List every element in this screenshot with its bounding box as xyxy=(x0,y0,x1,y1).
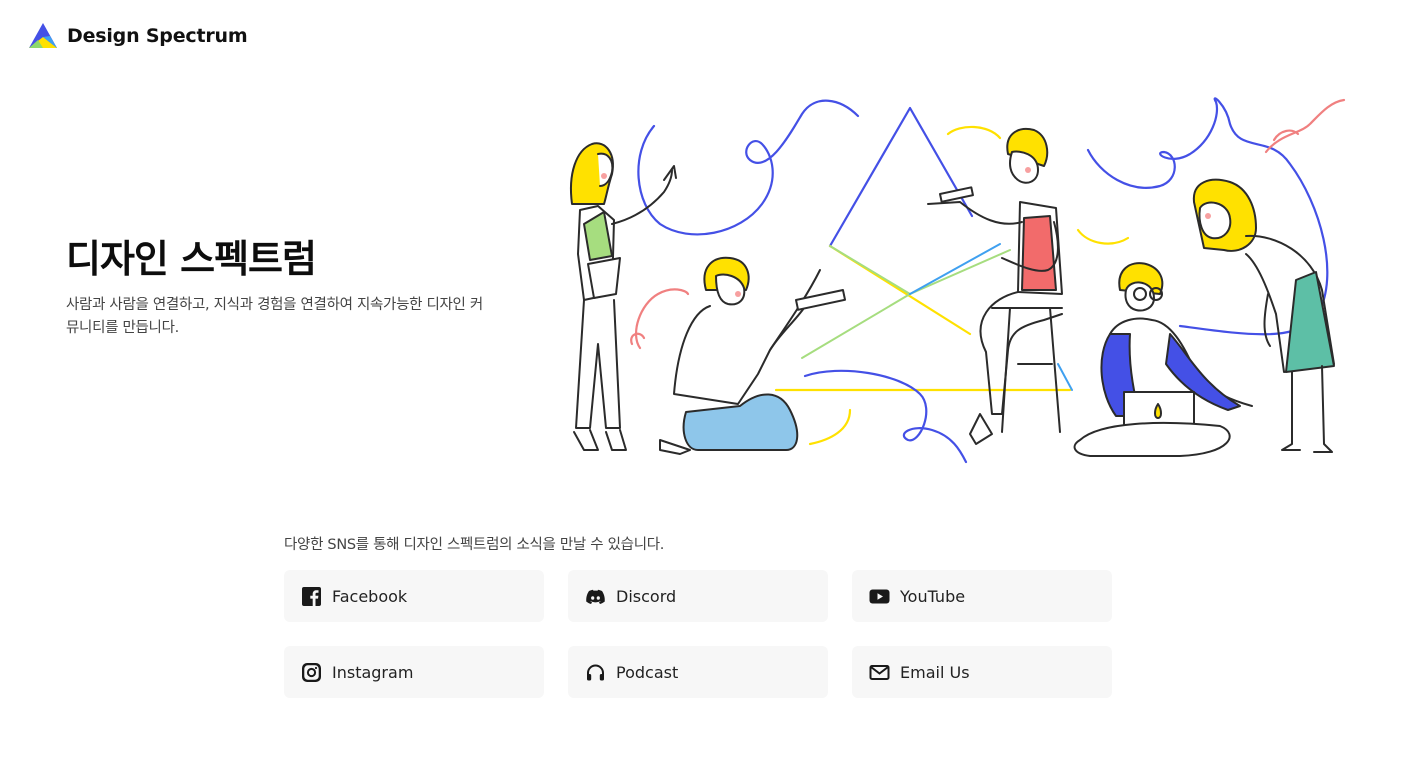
person-leaning-woman xyxy=(1192,178,1335,453)
triangle-spectrum-logo-icon xyxy=(29,23,57,48)
facebook-label: Facebook xyxy=(332,586,408,606)
discord-link[interactable]: Discord xyxy=(568,570,828,622)
youtube-icon xyxy=(869,586,890,607)
person-sitting-laptop xyxy=(1073,262,1253,457)
email-label: Email Us xyxy=(900,662,970,682)
sns-link-grid: Facebook Discord YouTube Instagram Podca… xyxy=(284,570,1112,698)
podcast-link[interactable]: Podcast xyxy=(568,646,828,698)
instagram-icon xyxy=(301,662,322,683)
person-standing-woman xyxy=(570,142,677,451)
logo-text: Design Spectrum xyxy=(67,24,248,47)
youtube-link[interactable]: YouTube xyxy=(852,570,1112,622)
logo-link[interactable]: Design Spectrum xyxy=(28,22,248,49)
page: Design Spectrum 디자인 스펙트럼 사람과 사람을 연결하고, 지… xyxy=(0,0,1419,776)
hero-illustration xyxy=(570,97,1346,464)
sns-intro: 다양한 SNS를 통해 디자인 스펙트럼의 소식을 만날 수 있습니다. xyxy=(284,537,665,553)
instagram-link[interactable]: Instagram xyxy=(284,646,544,698)
facebook-link[interactable]: Facebook xyxy=(284,570,544,622)
facebook-icon xyxy=(301,586,322,607)
hero-title: 디자인 스펙트럼 xyxy=(66,237,317,281)
instagram-label: Instagram xyxy=(332,662,414,682)
mail-icon xyxy=(869,662,890,683)
discord-label: Discord xyxy=(616,586,677,606)
email-link[interactable]: Email Us xyxy=(852,646,1112,698)
hero-description: 사람과 사람을 연결하고, 지식과 경험을 연결하여 지속가능한 디자인 커뮤니… xyxy=(66,297,483,336)
discord-icon xyxy=(585,586,606,607)
headphones-icon xyxy=(585,662,606,683)
youtube-label: YouTube xyxy=(900,586,966,606)
person-kneeling-man xyxy=(659,256,847,455)
podcast-label: Podcast xyxy=(616,662,679,682)
